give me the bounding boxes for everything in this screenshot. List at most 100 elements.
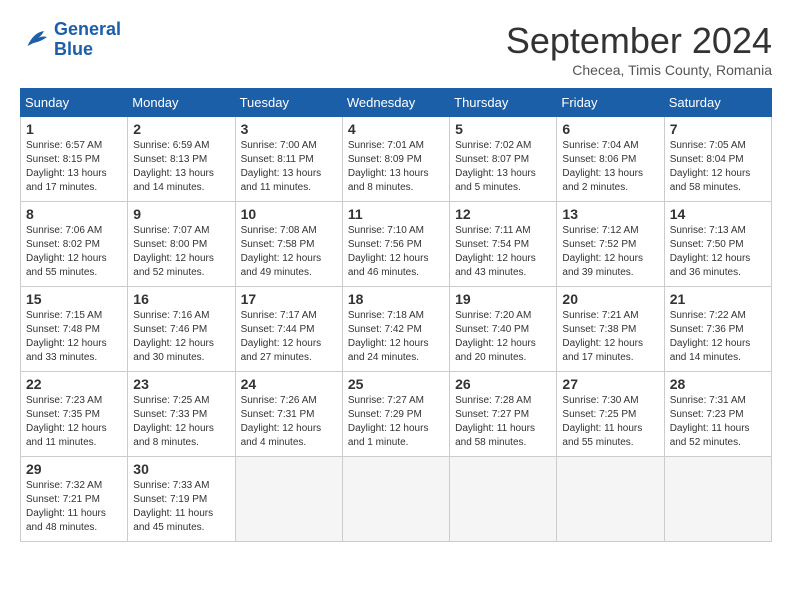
day-number: 3 <box>241 121 337 137</box>
day-number: 11 <box>348 206 444 222</box>
table-row: 16 Sunrise: 7:16 AM Sunset: 7:46 PM Dayli… <box>128 287 235 372</box>
table-row: 17 Sunrise: 7:17 AM Sunset: 7:44 PM Dayli… <box>235 287 342 372</box>
day-number: 4 <box>348 121 444 137</box>
logo-line2: Blue <box>54 39 93 59</box>
day-info: Sunrise: 7:11 AM Sunset: 7:54 PM Dayligh… <box>455 224 551 280</box>
table-row: 12 Sunrise: 7:11 AM Sunset: 7:54 PM Dayli… <box>450 202 557 287</box>
calendar-week-row: 22 Sunrise: 7:23 AM Sunset: 7:35 PM Dayli… <box>21 372 772 457</box>
table-row: 3 Sunrise: 7:00 AM Sunset: 8:11 PM Daylig… <box>235 117 342 202</box>
day-info: Sunrise: 7:33 AM Sunset: 7:19 PM Dayligh… <box>133 479 229 535</box>
day-number: 21 <box>670 291 766 307</box>
table-row: 8 Sunrise: 7:06 AM Sunset: 8:02 PM Daylig… <box>21 202 128 287</box>
location: Checea, Timis County, Romania <box>506 62 772 78</box>
header-saturday: Saturday <box>664 89 771 117</box>
day-info: Sunrise: 7:16 AM Sunset: 7:46 PM Dayligh… <box>133 309 229 365</box>
logo-text: General Blue <box>54 20 121 60</box>
table-row: 1 Sunrise: 6:57 AM Sunset: 8:15 PM Daylig… <box>21 117 128 202</box>
table-row: 30Sunrise: 7:33 AM Sunset: 7:19 PM Dayli… <box>128 457 235 542</box>
day-info: Sunrise: 7:05 AM Sunset: 8:04 PM Dayligh… <box>670 139 766 195</box>
table-row: 19 Sunrise: 7:20 AM Sunset: 7:40 PM Dayli… <box>450 287 557 372</box>
logo-line1: General <box>54 19 121 39</box>
title-block: September 2024 Checea, Timis County, Rom… <box>506 20 772 78</box>
day-number: 29 <box>26 461 122 477</box>
day-info: Sunrise: 7:30 AM Sunset: 7:25 PM Dayligh… <box>562 394 658 450</box>
header-friday: Friday <box>557 89 664 117</box>
day-number: 7 <box>670 121 766 137</box>
header-tuesday: Tuesday <box>235 89 342 117</box>
table-row: 7 Sunrise: 7:05 AM Sunset: 8:04 PM Daylig… <box>664 117 771 202</box>
table-row: 22 Sunrise: 7:23 AM Sunset: 7:35 PM Dayli… <box>21 372 128 457</box>
table-row: 11 Sunrise: 7:10 AM Sunset: 7:56 PM Dayli… <box>342 202 449 287</box>
day-info: Sunrise: 7:07 AM Sunset: 8:00 PM Dayligh… <box>133 224 229 280</box>
day-info: Sunrise: 7:25 AM Sunset: 7:33 PM Dayligh… <box>133 394 229 450</box>
day-info: Sunrise: 7:08 AM Sunset: 7:58 PM Dayligh… <box>241 224 337 280</box>
table-row: 4 Sunrise: 7:01 AM Sunset: 8:09 PM Daylig… <box>342 117 449 202</box>
day-info: Sunrise: 7:22 AM Sunset: 7:36 PM Dayligh… <box>670 309 766 365</box>
day-info: Sunrise: 7:01 AM Sunset: 8:09 PM Dayligh… <box>348 139 444 195</box>
header-sunday: Sunday <box>21 89 128 117</box>
day-number: 22 <box>26 376 122 392</box>
header-wednesday: Wednesday <box>342 89 449 117</box>
day-info: Sunrise: 7:00 AM Sunset: 8:11 PM Dayligh… <box>241 139 337 195</box>
day-info: Sunrise: 7:32 AM Sunset: 7:21 PM Dayligh… <box>26 479 122 535</box>
page-header: General Blue September 2024 Checea, Timi… <box>20 20 772 78</box>
table-row: 9 Sunrise: 7:07 AM Sunset: 8:00 PM Daylig… <box>128 202 235 287</box>
day-number: 14 <box>670 206 766 222</box>
day-number: 27 <box>562 376 658 392</box>
table-row: 21 Sunrise: 7:22 AM Sunset: 7:36 PM Dayli… <box>664 287 771 372</box>
day-number: 2 <box>133 121 229 137</box>
calendar-header-row: Sunday Monday Tuesday Wednesday Thursday… <box>21 89 772 117</box>
day-number: 25 <box>348 376 444 392</box>
header-thursday: Thursday <box>450 89 557 117</box>
day-info: Sunrise: 7:15 AM Sunset: 7:48 PM Dayligh… <box>26 309 122 365</box>
table-row: 25 Sunrise: 7:27 AM Sunset: 7:29 PM Dayli… <box>342 372 449 457</box>
day-number: 26 <box>455 376 551 392</box>
table-row: 20 Sunrise: 7:21 AM Sunset: 7:38 PM Dayli… <box>557 287 664 372</box>
day-info: Sunrise: 7:27 AM Sunset: 7:29 PM Dayligh… <box>348 394 444 450</box>
day-info: Sunrise: 7:31 AM Sunset: 7:23 PM Dayligh… <box>670 394 766 450</box>
day-info: Sunrise: 7:12 AM Sunset: 7:52 PM Dayligh… <box>562 224 658 280</box>
day-info: Sunrise: 7:20 AM Sunset: 7:40 PM Dayligh… <box>455 309 551 365</box>
table-row: 18Sunrise: 7:18 AM Sunset: 7:42 PM Dayli… <box>342 287 449 372</box>
day-number: 19 <box>455 291 551 307</box>
day-info: Sunrise: 6:57 AM Sunset: 8:15 PM Dayligh… <box>26 139 122 195</box>
day-number: 24 <box>241 376 337 392</box>
table-row: 10 Sunrise: 7:08 AM Sunset: 7:58 PM Dayli… <box>235 202 342 287</box>
table-row: 26Sunrise: 7:28 AM Sunset: 7:27 PM Dayli… <box>450 372 557 457</box>
table-row <box>664 457 771 542</box>
day-number: 6 <box>562 121 658 137</box>
day-info: Sunrise: 7:10 AM Sunset: 7:56 PM Dayligh… <box>348 224 444 280</box>
table-row: 28Sunrise: 7:31 AM Sunset: 7:23 PM Dayli… <box>664 372 771 457</box>
table-row: 13 Sunrise: 7:12 AM Sunset: 7:52 PM Dayli… <box>557 202 664 287</box>
day-info: Sunrise: 7:23 AM Sunset: 7:35 PM Dayligh… <box>26 394 122 450</box>
day-number: 1 <box>26 121 122 137</box>
day-info: Sunrise: 7:06 AM Sunset: 8:02 PM Dayligh… <box>26 224 122 280</box>
calendar-week-row: 8 Sunrise: 7:06 AM Sunset: 8:02 PM Daylig… <box>21 202 772 287</box>
table-row: 14 Sunrise: 7:13 AM Sunset: 7:50 PM Dayli… <box>664 202 771 287</box>
table-row: 2 Sunrise: 6:59 AM Sunset: 8:13 PM Daylig… <box>128 117 235 202</box>
table-row: 23 Sunrise: 7:25 AM Sunset: 7:33 PM Dayli… <box>128 372 235 457</box>
calendar-week-row: 1 Sunrise: 6:57 AM Sunset: 8:15 PM Daylig… <box>21 117 772 202</box>
day-info: Sunrise: 7:17 AM Sunset: 7:44 PM Dayligh… <box>241 309 337 365</box>
day-number: 16 <box>133 291 229 307</box>
day-info: Sunrise: 7:04 AM Sunset: 8:06 PM Dayligh… <box>562 139 658 195</box>
table-row: 27 Sunrise: 7:30 AM Sunset: 7:25 PM Dayli… <box>557 372 664 457</box>
day-info: Sunrise: 7:21 AM Sunset: 7:38 PM Dayligh… <box>562 309 658 365</box>
day-info: Sunrise: 7:02 AM Sunset: 8:07 PM Dayligh… <box>455 139 551 195</box>
day-info: Sunrise: 7:13 AM Sunset: 7:50 PM Dayligh… <box>670 224 766 280</box>
table-row <box>235 457 342 542</box>
calendar-table: Sunday Monday Tuesday Wednesday Thursday… <box>20 88 772 542</box>
table-row <box>557 457 664 542</box>
day-info: Sunrise: 6:59 AM Sunset: 8:13 PM Dayligh… <box>133 139 229 195</box>
day-number: 8 <box>26 206 122 222</box>
day-number: 13 <box>562 206 658 222</box>
day-number: 23 <box>133 376 229 392</box>
day-number: 17 <box>241 291 337 307</box>
day-number: 9 <box>133 206 229 222</box>
table-row <box>450 457 557 542</box>
header-monday: Monday <box>128 89 235 117</box>
table-row: 6 Sunrise: 7:04 AM Sunset: 8:06 PM Daylig… <box>557 117 664 202</box>
day-number: 10 <box>241 206 337 222</box>
day-number: 20 <box>562 291 658 307</box>
day-number: 12 <box>455 206 551 222</box>
